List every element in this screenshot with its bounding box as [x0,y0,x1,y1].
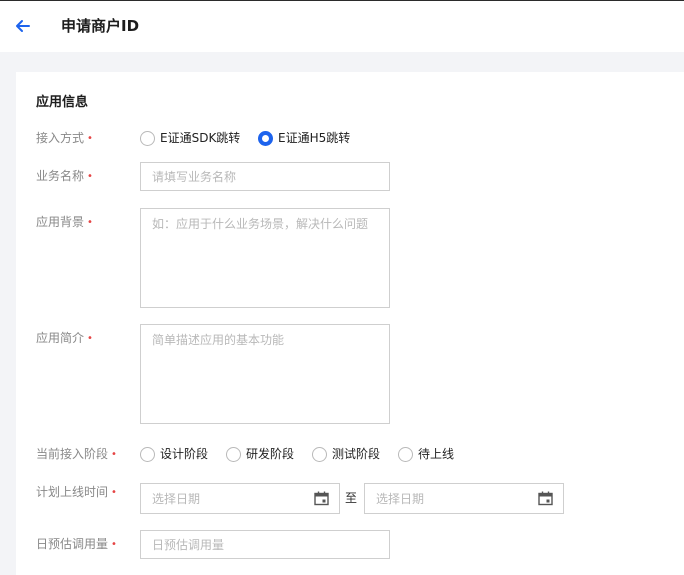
radio-circle[interactable] [140,446,155,462]
daily-volume-input[interactable] [140,530,390,559]
app-intro-textarea[interactable] [140,324,390,424]
section-title: 应用信息 [36,95,89,110]
radio-label: 待上线 [418,447,455,461]
app-intro-label: 应用简介 • [36,331,93,345]
start-date-picker[interactable]: 选择日期 [140,483,340,514]
radio-circle[interactable] [226,446,241,462]
app-background-textarea[interactable] [140,208,390,308]
start-date-placeholder: 选择日期 [152,492,201,506]
radio-label: E证通SDK跳转 [160,131,241,145]
business-name-label: 业务名称 • [36,169,93,183]
radio-label: 研发阶段 [246,447,295,461]
radio-circle[interactable] [398,446,413,462]
required-mark: • [111,449,117,460]
radio-h5-redirect[interactable]: E证通H5跳转 [258,130,350,146]
business-name-input[interactable] [140,162,390,191]
radio-circle[interactable] [140,130,155,146]
radio-stage-pending-launch[interactable]: 待上线 [398,446,454,462]
radio-circle[interactable] [312,446,327,462]
radio-label: E证通H5跳转 [278,131,351,145]
current-stage-label: 当前接入阶段 • [36,447,117,461]
required-mark: • [111,487,117,498]
calendar-icon[interactable] [538,491,553,506]
calendar-icon[interactable] [314,491,329,506]
radio-label: 设计阶段 [160,447,209,461]
access-method-label: 接入方式 • [36,131,93,145]
radio-stage-design[interactable]: 设计阶段 [140,446,208,462]
radio-stage-testing[interactable]: 测试阶段 [312,446,380,462]
end-date-placeholder: 选择日期 [376,492,425,506]
radio-circle-checked[interactable] [258,130,273,146]
radio-stage-development[interactable]: 研发阶段 [226,446,294,462]
daily-volume-label: 日预估调用量 • [36,537,117,551]
radio-sdk-redirect[interactable]: E证通SDK跳转 [140,130,240,146]
required-mark: • [87,333,93,344]
page-title: 申请商户ID [61,17,140,35]
page-header: 申请商户ID [0,0,684,52]
launch-time-label: 计划上线时间 • [36,485,117,499]
end-date-picker[interactable]: 选择日期 [364,483,564,514]
back-arrow-icon[interactable] [14,17,32,35]
date-range-separator: 至 [345,491,358,505]
app-background-label: 应用背景 • [36,215,93,229]
radio-label: 测试阶段 [332,447,381,461]
required-mark: • [87,217,93,228]
required-mark: • [87,171,93,182]
form-card: 应用信息 接入方式• E证通SDK跳转 E证通H5跳转 业务名称• 应用背景• … [16,72,684,575]
required-mark: • [87,133,93,144]
required-mark: • [111,539,117,550]
